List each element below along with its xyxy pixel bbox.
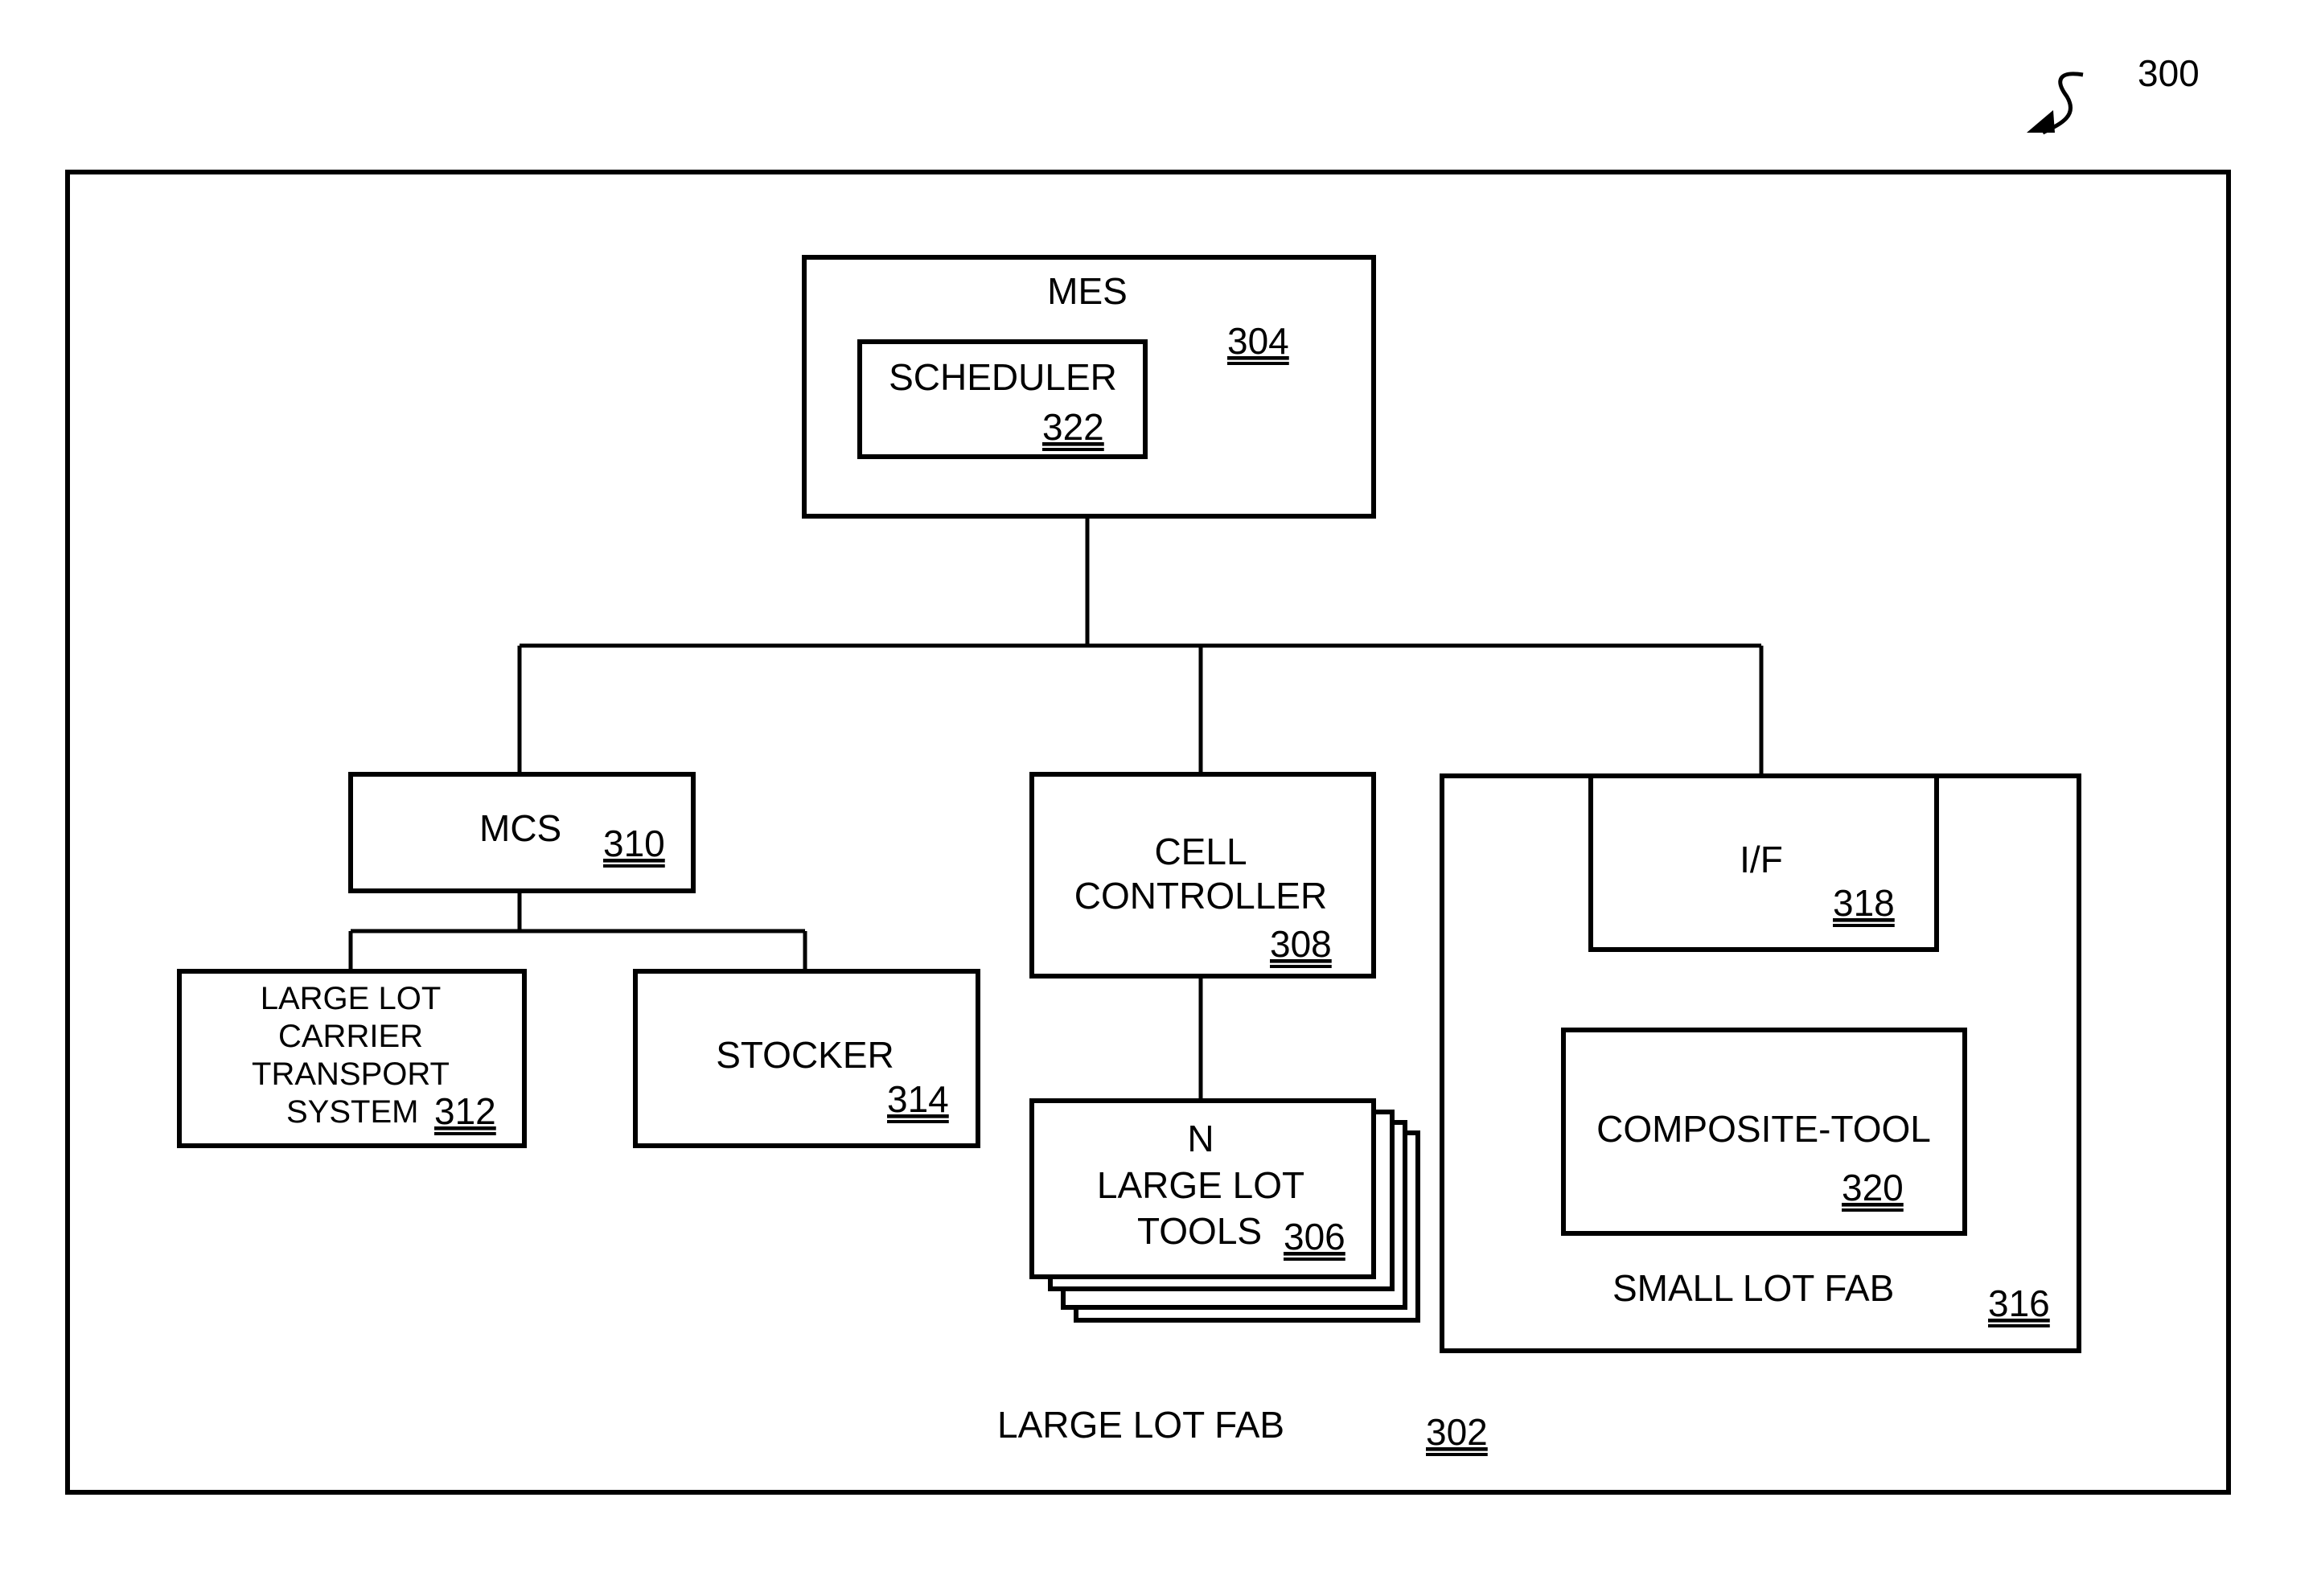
cell-controller-ref: 308 [1270, 923, 1332, 965]
transport-line-3: TRANSPORT [252, 1056, 450, 1092]
scheduler-ref: 322 [1042, 406, 1104, 448]
transport-line-2: CARRIER [278, 1019, 423, 1054]
mcs-box: MCS 310 [348, 772, 696, 893]
mes-ref: 304 [1227, 320, 1289, 362]
composite-tool-label: COMPOSITE-TOOL [1596, 1108, 1931, 1150]
cell-controller-line-1: CELL [1154, 831, 1247, 872]
carrier-transport-box: LARGE LOT CARRIER TRANSPORT SYSTEM 312 [177, 969, 527, 1148]
mes-box: MES 304 SCHEDULER 322 [802, 255, 1376, 519]
mcs-ref: 310 [603, 823, 665, 864]
large-lot-fab-ref: 302 [1426, 1411, 1488, 1453]
stocker-box: STOCKER 314 [633, 969, 980, 1148]
cell-controller-line-2: CONTROLLER [1074, 875, 1327, 917]
cell-controller-box: CELL CONTROLLER 308 [1029, 772, 1376, 979]
small-lot-fab-ref: 316 [1988, 1282, 2050, 1324]
interface-label: I/F [1740, 839, 1783, 880]
scheduler-box: SCHEDULER 322 [857, 339, 1148, 459]
tools-stack: N LARGE LOT TOOLS 306 [1029, 1098, 1420, 1323]
tools-line-2: LARGE LOT [1097, 1164, 1304, 1206]
interface-box: I/F 318 [1588, 773, 1939, 952]
small-lot-fab-label: SMALL LOT FAB [1612, 1267, 1894, 1309]
composite-tool-box: COMPOSITE-TOOL 320 [1561, 1028, 1967, 1236]
transport-line-1: LARGE LOT [261, 981, 442, 1016]
interface-ref: 318 [1833, 882, 1895, 924]
mcs-label: MCS [479, 807, 561, 849]
transport-ref: 312 [434, 1090, 496, 1132]
transport-line-4: SYSTEM [286, 1094, 418, 1130]
scheduler-label: SCHEDULER [889, 356, 1117, 398]
large-lot-fab-label: LARGE LOT FAB [997, 1404, 1284, 1446]
tools-line-3: TOOLS [1137, 1210, 1262, 1252]
tools-ref: 306 [1284, 1216, 1345, 1258]
figure-reference: 300 [2027, 52, 2200, 135]
tools-line-1: N [1187, 1118, 1214, 1159]
composite-tool-ref: 320 [1842, 1167, 1904, 1208]
arrowhead-icon [2027, 110, 2055, 133]
figure-ref-label: 300 [2138, 52, 2200, 94]
stocker-label: STOCKER [716, 1034, 894, 1076]
system-diagram: 300 LARGE LOT FAB 302 MES 304 SCHEDULER … [65, 52, 2231, 1495]
mes-label: MES [1047, 270, 1128, 312]
small-lot-fab-box: SMALL LOT FAB 316 I/F 318 COMPOSITE-TOOL… [1440, 773, 2081, 1353]
stocker-ref: 314 [887, 1078, 949, 1120]
